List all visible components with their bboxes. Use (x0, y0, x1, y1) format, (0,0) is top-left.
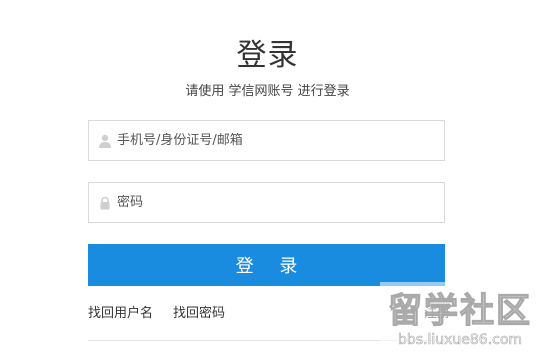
watermark-logo: 留学社区 bbs.liuxue86.com (380, 282, 540, 352)
watermark-url-text: bbs.liuxue86.com (398, 332, 522, 348)
find-password-link[interactable]: 找回密码 (173, 302, 225, 321)
password-field[interactable] (88, 182, 445, 223)
watermark-main-text: 留学社区 (388, 291, 532, 331)
page-subtitle: 请使用 学信网账号 进行登录 (185, 84, 350, 99)
page-title: 登录 (236, 38, 299, 73)
login-button[interactable]: 登 录 (88, 244, 445, 286)
find-username-link[interactable]: 找回用户名 (88, 302, 153, 321)
password-input[interactable] (117, 195, 444, 210)
lock-icon (97, 195, 113, 211)
recovery-links: 找回用户名 找回密码 (88, 302, 225, 321)
account-input[interactable] (117, 133, 444, 148)
user-icon (97, 133, 113, 149)
account-field[interactable] (88, 120, 445, 161)
